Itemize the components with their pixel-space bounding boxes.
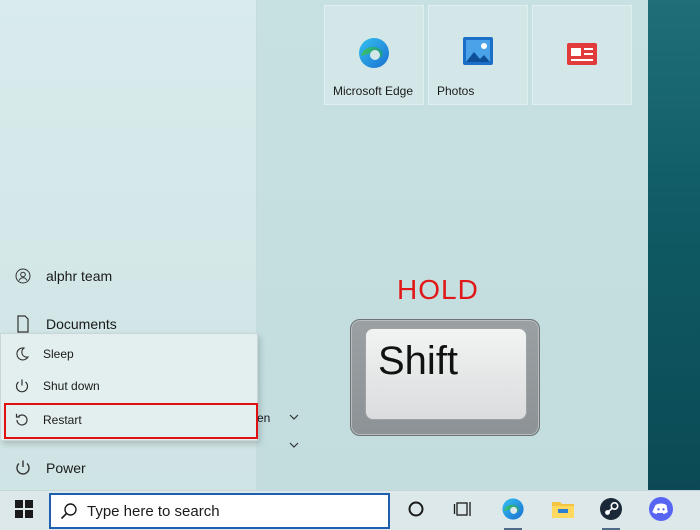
- tile-label: Photos: [437, 84, 475, 98]
- desktop-background: [648, 0, 700, 490]
- cortana-button[interactable]: [393, 491, 439, 530]
- user-icon: [0, 268, 46, 284]
- task-view-button[interactable]: [440, 491, 486, 530]
- shift-key-label: Shift: [378, 339, 459, 383]
- shut-down-label: Shut down: [43, 379, 100, 393]
- search-icon: [51, 502, 87, 520]
- shut-down-option[interactable]: Shut down: [1, 370, 257, 402]
- sleep-option[interactable]: Sleep: [1, 338, 257, 370]
- user-account-item[interactable]: alphr team: [0, 260, 257, 292]
- sleep-label: Sleep: [43, 347, 74, 361]
- power-options-menu: Sleep Shut down Restart: [0, 333, 258, 441]
- tile-photos[interactable]: Photos: [428, 5, 528, 105]
- tile-news[interactable]: [532, 5, 632, 105]
- taskbar: [0, 490, 700, 530]
- shift-key-cap: Shift: [365, 328, 527, 420]
- document-icon: [0, 315, 46, 333]
- edge-icon: [357, 36, 391, 75]
- power-item[interactable]: Power: [0, 452, 257, 484]
- tile-microsoft-edge[interactable]: Microsoft Edge: [324, 5, 424, 105]
- windows-icon: [15, 499, 33, 523]
- chevron-down-icon[interactable]: [288, 437, 300, 455]
- power-icon: [1, 378, 43, 394]
- hold-annotation: HOLD: [397, 274, 479, 305]
- taskbar-edge-button[interactable]: [490, 491, 536, 530]
- documents-label: Documents: [46, 316, 117, 332]
- tile-label: Microsoft Edge: [333, 84, 414, 98]
- chevron-down-icon[interactable]: [288, 409, 300, 427]
- news-icon: [566, 42, 598, 71]
- user-account-label: alphr team: [46, 268, 113, 284]
- photos-icon: [462, 36, 494, 71]
- moon-icon: [1, 346, 43, 362]
- cortana-icon: [407, 500, 425, 523]
- start-button[interactable]: [0, 491, 48, 530]
- restart-highlight-box: [4, 403, 258, 439]
- task-view-icon: [453, 500, 473, 523]
- taskbar-steam-button[interactable]: [588, 491, 634, 530]
- steam-icon: [599, 497, 623, 526]
- shift-key-graphic: Shift: [350, 319, 540, 436]
- search-input[interactable]: [87, 502, 377, 520]
- taskbar-discord-button[interactable]: [638, 491, 684, 530]
- taskbar-file-explorer-button[interactable]: [540, 491, 586, 530]
- power-label: Power: [46, 460, 86, 476]
- taskbar-search-box[interactable]: [49, 493, 390, 529]
- list-item-fragment: en: [257, 411, 271, 425]
- discord-icon: [648, 496, 674, 527]
- edge-icon: [501, 497, 525, 526]
- power-icon: [0, 459, 46, 477]
- file-explorer-icon: [551, 498, 575, 525]
